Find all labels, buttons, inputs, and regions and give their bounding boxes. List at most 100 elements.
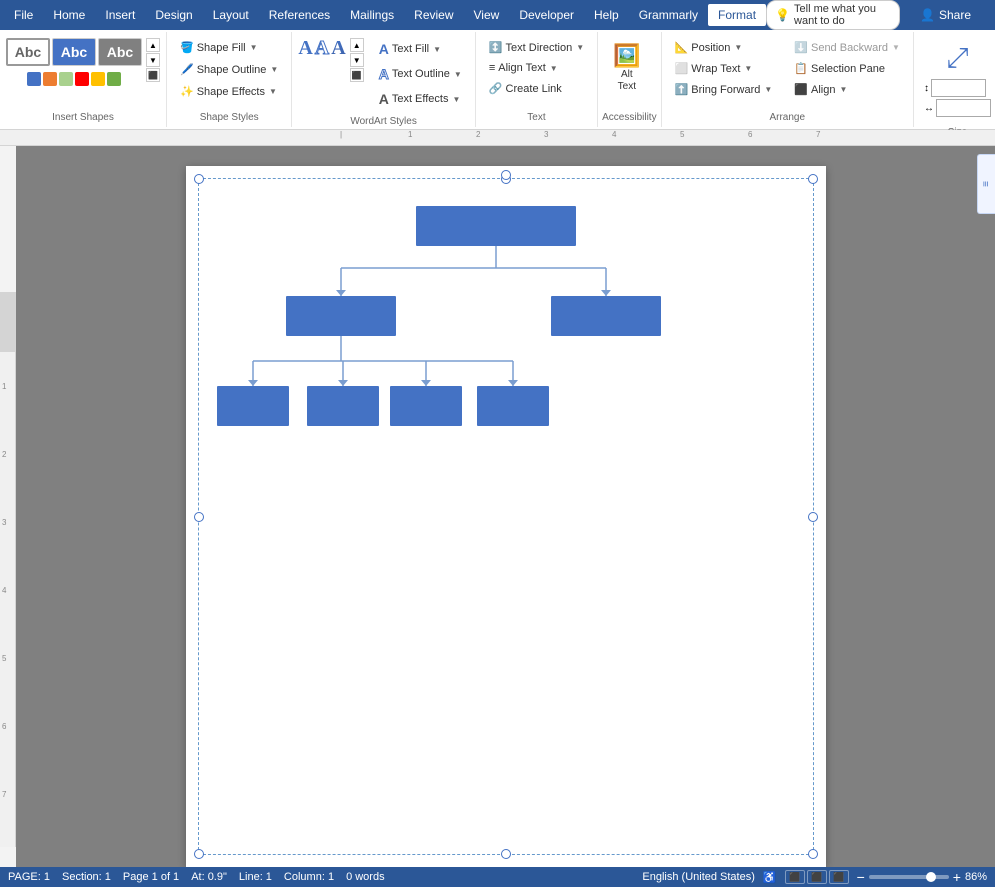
size-icon[interactable]: ⤢ <box>946 42 968 75</box>
shape-scroll-up[interactable]: ▲ <box>146 38 160 52</box>
status-column: Column: 1 <box>284 871 334 883</box>
status-bar: PAGE: 1 Section: 1 Page 1 of 1 At: 0.9" … <box>0 867 995 887</box>
ribbon-group-shape-styles: 🪣 Shape Fill ▼ 🖊️ Shape Outline ▼ ✨ Shap… <box>167 32 292 127</box>
align-text-label: Align Text <box>498 62 546 74</box>
color-swatch-yellow[interactable] <box>91 72 105 86</box>
wordart-style-2[interactable]: A <box>315 38 329 82</box>
handle-right-mid[interactable] <box>808 512 818 522</box>
menu-insert[interactable]: Insert <box>95 4 145 26</box>
text-outline-arrow: ▼ <box>454 70 462 79</box>
wordart-scroll-expand[interactable]: ⬛ <box>350 68 364 82</box>
shape-style-gray[interactable]: Abc <box>98 38 142 66</box>
zoom-in-button[interactable]: + <box>953 869 961 885</box>
handle-bottom-right[interactable] <box>808 849 818 859</box>
zoom-thumb <box>926 872 936 882</box>
position-button[interactable]: 📐 Position ▼ <box>668 38 780 57</box>
share-button[interactable]: 👤 Share <box>908 4 983 26</box>
zoom-out-button[interactable]: − <box>857 869 865 885</box>
color-swatch-blue[interactable] <box>27 72 41 86</box>
create-link-button[interactable]: 🔗 Create Link <box>482 79 591 98</box>
status-at: At: 0.9" <box>191 871 227 883</box>
menu-developer[interactable]: Developer <box>509 4 584 26</box>
wordart-inner: A A A ▲ ▼ ⬛ A Text Fill ▼ <box>298 38 469 110</box>
color-swatch-darkgreen[interactable] <box>107 72 121 86</box>
handle-bottom-left[interactable] <box>194 849 204 859</box>
text-direction-label: Text Direction <box>506 42 573 54</box>
view-print-layout[interactable]: ⬛ <box>785 870 805 884</box>
width-label: ↔ <box>924 103 934 114</box>
wordart-a-row: A A A ▲ ▼ ⬛ <box>298 38 363 82</box>
bring-forward-button[interactable]: ⬆️ Bring Forward ▼ <box>668 80 780 99</box>
menu-grammarly[interactable]: Grammarly <box>629 4 708 26</box>
accessibility-content: 🖼️ AltText <box>602 34 656 110</box>
text-fill-icon: A <box>379 41 389 57</box>
shape-scroll-expand[interactable]: ⬛ <box>146 68 160 82</box>
size-inputs: ↕ ↔ <box>924 79 991 117</box>
text-fill-button[interactable]: A Text Fill ▼ <box>372 38 469 60</box>
menu-file[interactable]: File <box>4 4 43 26</box>
width-input[interactable] <box>936 99 991 117</box>
wordart-scroll-down[interactable]: ▼ <box>350 53 364 67</box>
text-fill-arrow: ▼ <box>433 45 441 54</box>
menu-design[interactable]: Design <box>145 4 202 26</box>
wordart-scroll-up[interactable]: ▲ <box>350 38 364 52</box>
text-direction-button[interactable]: ↕️ Text Direction ▼ <box>482 38 591 57</box>
tell-me-box[interactable]: 💡 Tell me what you want to do <box>766 0 900 30</box>
status-page: PAGE: 1 <box>8 871 50 883</box>
canvas-area[interactable]: ≡ <box>16 146 995 867</box>
send-backward-icon: ⬇️ <box>794 41 808 54</box>
wordart-style-1[interactable]: A <box>298 38 312 82</box>
color-swatch-green[interactable] <box>59 72 73 86</box>
ribbon-group-wordart: A A A ▲ ▼ ⬛ A Text Fill ▼ <box>292 32 476 127</box>
alt-text-icon-wrap: 🖼️ <box>613 43 640 69</box>
menu-help[interactable]: Help <box>584 4 629 26</box>
text-effects-button[interactable]: A Text Effects ▼ <box>372 88 469 110</box>
ruler-v-1: 1 <box>2 382 6 391</box>
zoom-slider[interactable] <box>869 875 949 879</box>
handle-bottom-mid[interactable] <box>501 849 511 859</box>
selection-pane-button[interactable]: 📋 Selection Pane <box>787 59 907 78</box>
shape-outline-arrow: ▼ <box>270 65 278 74</box>
height-label: ↕ <box>924 83 929 94</box>
position-icon: 📐 <box>675 41 689 54</box>
ribbon-group-accessibility: 🖼️ AltText Accessibility <box>598 32 661 127</box>
shape-scroll-down[interactable]: ▼ <box>146 53 160 67</box>
menu-references[interactable]: References <box>259 4 340 26</box>
menu-home[interactable]: Home <box>43 4 95 26</box>
menu-review[interactable]: Review <box>404 4 463 26</box>
view-read-mode[interactable]: ⬛ <box>807 870 827 884</box>
rotation-handle[interactable] <box>501 170 511 180</box>
color-swatch-red[interactable] <box>75 72 89 86</box>
menu-mailings[interactable]: Mailings <box>340 4 404 26</box>
handle-top-left[interactable] <box>194 174 204 184</box>
wordart-style-3[interactable]: A <box>331 38 345 82</box>
alt-text-label: AltText <box>618 69 636 93</box>
shape-style-blue[interactable]: Abc <box>52 38 96 66</box>
wrap-text-button[interactable]: ⬜ Wrap Text ▼ <box>668 59 780 78</box>
status-section: Section: 1 <box>62 871 111 883</box>
wordart-styles-label: WordArt Styles <box>296 114 471 129</box>
menu-format[interactable]: Format <box>708 4 766 26</box>
zoom-controls: − + 86% <box>857 869 987 885</box>
shape-style-outline[interactable]: Abc <box>6 38 50 66</box>
arrange-inner: 📐 Position ▼ ⬜ Wrap Text ▼ ⬆️ Bring Forw… <box>668 38 907 99</box>
handle-top-right[interactable] <box>808 174 818 184</box>
align-text-button[interactable]: ≡ Align Text ▼ <box>482 59 591 77</box>
text-buttons-col: ↕️ Text Direction ▼ ≡ Align Text ▼ 🔗 Cre… <box>482 38 591 98</box>
handle-left-mid[interactable] <box>194 512 204 522</box>
alt-text-button[interactable]: 🖼️ AltText <box>604 38 649 98</box>
create-link-label: Create Link <box>506 83 562 95</box>
selection-pane-toggle[interactable]: ≡ <box>977 154 995 214</box>
color-swatch-orange[interactable] <box>43 72 57 86</box>
shape-outline-button[interactable]: 🖊️ Shape Outline ▼ <box>173 60 285 79</box>
send-backward-button[interactable]: ⬇️ Send Backward ▼ <box>787 38 907 57</box>
text-effects-label: Text Effects <box>392 93 449 105</box>
text-outline-button[interactable]: A Text Outline ▼ <box>372 63 469 85</box>
menu-layout[interactable]: Layout <box>203 4 259 26</box>
height-input[interactable] <box>931 79 986 97</box>
shape-effects-button[interactable]: ✨ Shape Effects ▼ <box>173 82 285 101</box>
view-web-layout[interactable]: ⬛ <box>829 870 849 884</box>
align-button[interactable]: ⬛ Align ▼ <box>787 80 907 99</box>
menu-view[interactable]: View <box>464 4 510 26</box>
shape-fill-button[interactable]: 🪣 Shape Fill ▼ <box>173 38 285 57</box>
